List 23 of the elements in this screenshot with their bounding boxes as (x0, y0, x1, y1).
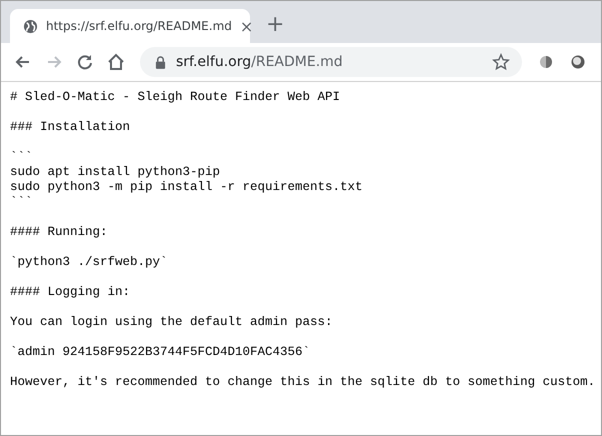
text-line: `python3 ./srfweb.py` (10, 255, 168, 270)
address-bar[interactable]: srf.elfu.org/README.md (140, 47, 522, 77)
browser-tab[interactable]: https://srf.elfu.org/README.md × (10, 9, 250, 43)
text-line: ### Installation (10, 120, 130, 135)
text-line: #### Logging in: (10, 285, 130, 300)
text-line: ``` (10, 195, 33, 210)
text-line: #### Running: (10, 225, 108, 240)
globe-icon (23, 18, 38, 34)
text-line: `admin 924158F9522B3744F5FCD4D10FAC4356` (10, 345, 310, 360)
text-line: # Sled-O-Matic - Sleigh Route Finder Web API (10, 90, 340, 105)
text-line: You can login using the default admin pass: (10, 315, 333, 330)
new-tab-button[interactable]: + (266, 13, 284, 37)
url-text: srf.elfu.org/README.md (176, 54, 344, 70)
extension-icon[interactable] (570, 54, 586, 70)
lock-icon (155, 56, 166, 68)
text-line: sudo python3 -m pip install -r requirements.txt (10, 180, 363, 195)
star-icon[interactable] (492, 53, 510, 71)
tab-title: https://srf.elfu.org/README.md (46, 19, 232, 33)
home-icon[interactable] (106, 52, 126, 72)
text-line: However, it's recommended to change this in the sqlite db to something custom. (10, 375, 596, 390)
extension-icon[interactable] (538, 54, 554, 70)
text-line: ``` (10, 150, 33, 165)
text-line: sudo apt install python3-pip (10, 165, 220, 180)
